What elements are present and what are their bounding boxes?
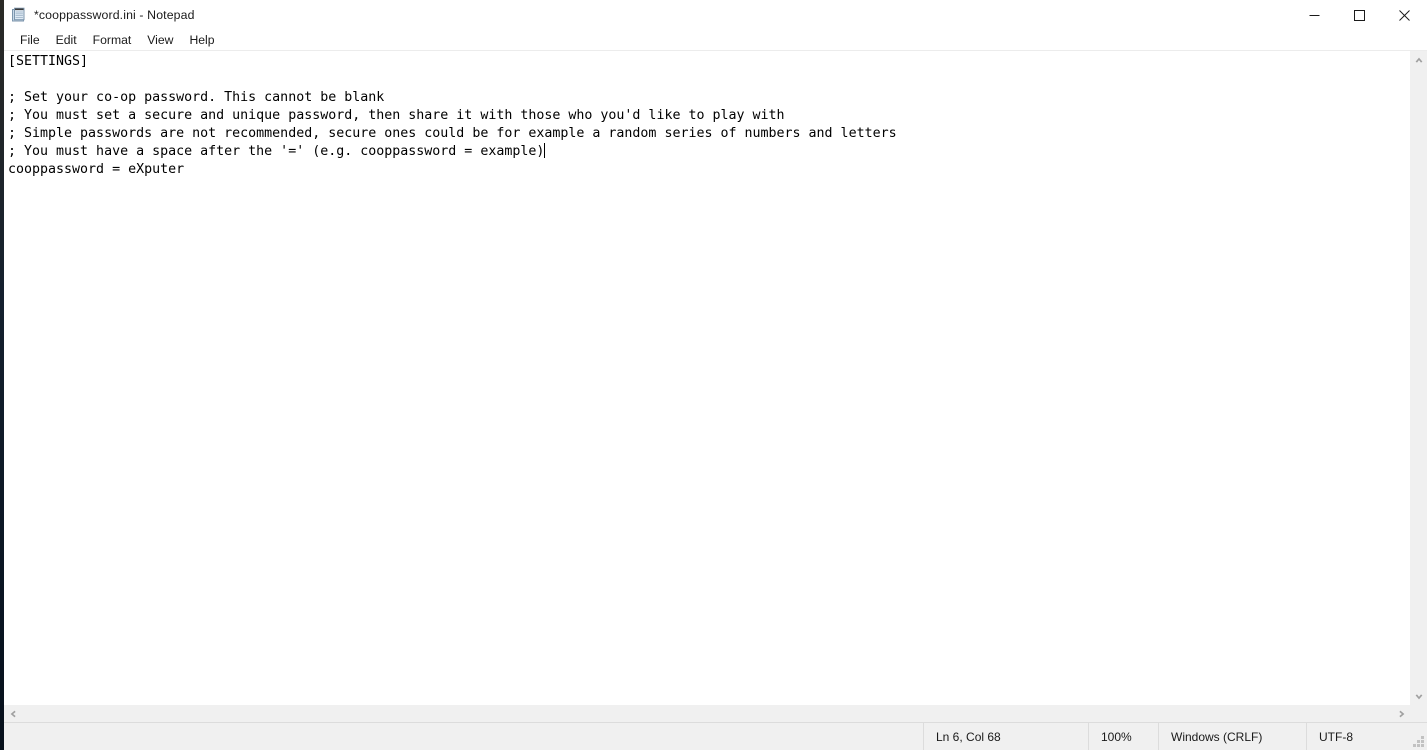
chevron-right-icon[interactable]: [1393, 705, 1410, 722]
menu-item-help[interactable]: Help: [181, 31, 222, 50]
window-controls: [1292, 0, 1427, 30]
status-zoom-level[interactable]: 100%: [1088, 723, 1158, 750]
editor-text-after-caret: cooppassword = eXputer: [8, 162, 185, 177]
editor-text: [SETTINGS] ; Set your co-op password. Th…: [8, 53, 1410, 179]
vertical-scroll-track[interactable]: [1410, 68, 1427, 688]
menu-item-file[interactable]: File: [12, 31, 48, 50]
minimize-button[interactable]: [1292, 0, 1337, 30]
maximize-button[interactable]: [1337, 0, 1382, 30]
notepad-window: *cooppassword.ini - Notepad File Edit Fo…: [4, 0, 1427, 750]
editor-text-before-caret: [SETTINGS] ; Set your co-op password. Th…: [8, 54, 897, 159]
chevron-down-icon[interactable]: [1410, 688, 1427, 705]
menu-item-edit[interactable]: Edit: [48, 31, 85, 50]
chevron-up-icon[interactable]: [1410, 51, 1427, 68]
text-caret: [544, 143, 546, 158]
resize-grip[interactable]: [1413, 736, 1424, 747]
menu-item-format[interactable]: Format: [85, 31, 140, 50]
window-title: *cooppassword.ini - Notepad: [34, 8, 195, 22]
horizontal-scrollbar[interactable]: [4, 705, 1427, 723]
vertical-scrollbar[interactable]: [1410, 51, 1427, 705]
status-encoding[interactable]: UTF-8: [1306, 723, 1427, 750]
status-line-ending[interactable]: Windows (CRLF): [1158, 723, 1306, 750]
notepad-icon: [10, 7, 26, 23]
menu-item-view[interactable]: View: [139, 31, 181, 50]
status-bar: Ln 6, Col 68 100% Windows (CRLF) UTF-8: [4, 723, 1427, 750]
editor-body: [SETTINGS] ; Set your co-op password. Th…: [4, 51, 1427, 705]
menu-bar: File Edit Format View Help: [4, 30, 1427, 51]
status-bar-spacer: [4, 723, 923, 750]
status-cursor-position[interactable]: Ln 6, Col 68: [923, 723, 1088, 750]
chevron-left-icon[interactable]: [4, 705, 21, 722]
scrollbar-corner: [1410, 705, 1427, 722]
text-editor[interactable]: [SETTINGS] ; Set your co-op password. Th…: [4, 51, 1410, 705]
horizontal-scroll-track[interactable]: [21, 705, 1393, 722]
close-button[interactable]: [1382, 0, 1427, 30]
title-bar[interactable]: *cooppassword.ini - Notepad: [4, 0, 1427, 30]
